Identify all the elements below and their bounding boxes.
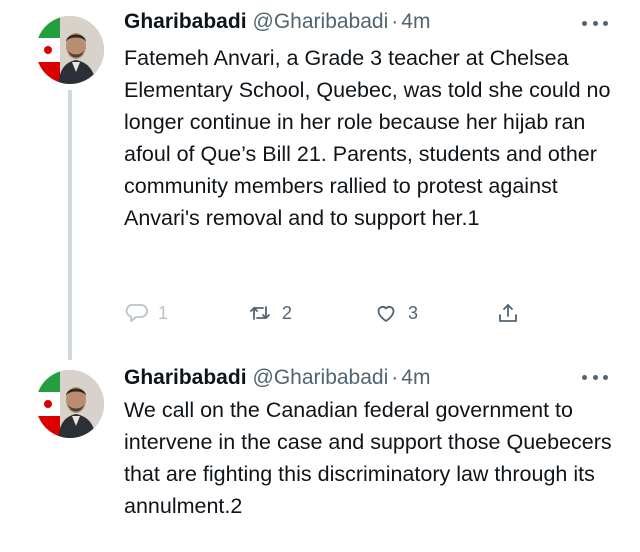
- more-icon[interactable]: [582, 372, 608, 382]
- avatar-photo: [36, 16, 104, 84]
- author-handle[interactable]: @Gharibabadi: [253, 10, 389, 34]
- avatar-photo: [36, 370, 104, 438]
- author-handle[interactable]: @Gharibabadi: [253, 366, 389, 390]
- retweet-button[interactable]: 2: [248, 298, 292, 328]
- avatar[interactable]: [36, 370, 104, 438]
- share-button[interactable]: [496, 298, 520, 328]
- tweet-header: Gharibabadi @Gharibabadi · 4m: [124, 362, 430, 394]
- tweet-time[interactable]: 4m: [401, 366, 430, 390]
- tweet-2[interactable]: Gharibabadi @Gharibabadi · 4m We call on…: [0, 350, 640, 552]
- tweet-text: Fatemeh Anvari, a Grade 3 teacher at Che…: [124, 46, 611, 230]
- author-name[interactable]: Gharibabadi: [124, 366, 247, 390]
- tweet-header: Gharibabadi @Gharibabadi · 4m: [124, 6, 430, 38]
- retweet-icon: [248, 301, 272, 325]
- tweet-actions: 1 2 3: [124, 298, 544, 328]
- reply-button[interactable]: 1: [124, 298, 168, 328]
- like-button[interactable]: 3: [374, 298, 418, 328]
- tweet-1[interactable]: Gharibabadi @Gharibabadi · 4m Fatemeh An…: [0, 0, 640, 360]
- like-icon: [374, 301, 398, 325]
- tweet-text: We call on the Canadian federal governme…: [124, 398, 612, 518]
- tweet-time[interactable]: 4m: [401, 10, 430, 34]
- reply-icon: [124, 301, 148, 325]
- thread-connector-line: [68, 90, 72, 360]
- more-icon[interactable]: [582, 18, 608, 28]
- like-count: 3: [408, 302, 419, 323]
- share-icon: [496, 301, 520, 325]
- avatar[interactable]: [36, 16, 104, 84]
- separator-dot: ·: [391, 366, 399, 389]
- author-name[interactable]: Gharibabadi: [124, 10, 247, 34]
- separator-dot: ·: [391, 10, 399, 33]
- reply-count: 1: [158, 302, 169, 323]
- retweet-count: 2: [282, 302, 293, 323]
